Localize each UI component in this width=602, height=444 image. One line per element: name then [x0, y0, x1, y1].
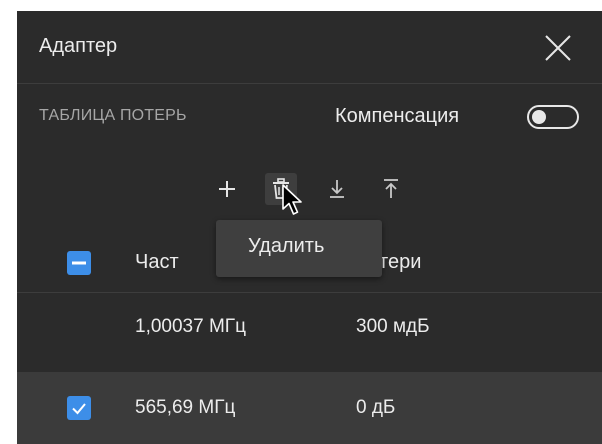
dialog-title: Адаптер [39, 35, 118, 57]
plus-icon [219, 181, 235, 197]
dialog-header: Адаптер [17, 11, 602, 84]
close-button[interactable] [540, 30, 576, 66]
import-button[interactable] [321, 173, 353, 205]
delete-tooltip: Удалить [216, 220, 382, 277]
toggle-knob [532, 110, 546, 124]
export-button[interactable] [375, 173, 407, 205]
table-row[interactable]: 1,00037 МГц 300 мдБ [17, 298, 602, 358]
adapter-dialog: Адаптер ТАБЛИЦА ПОТЕРЬ Компенсация Част … [17, 11, 602, 444]
minus-icon [72, 261, 86, 265]
row-checkbox[interactable] [67, 396, 91, 420]
frequency-cell: 1,00037 МГц [135, 316, 246, 337]
tooltip-text: Удалить [248, 235, 325, 257]
compensation-toggle[interactable] [527, 105, 579, 129]
download-icon [330, 180, 344, 198]
table-row-selected[interactable]: 565,69 МГц 0 дБ [17, 372, 602, 444]
upload-icon [384, 179, 398, 198]
loss-cell: 300 мдБ [356, 316, 430, 337]
frequency-column-header[interactable]: Част [135, 251, 179, 274]
add-row-button[interactable] [211, 173, 243, 205]
checkmark-icon [72, 403, 86, 415]
select-all-checkbox[interactable] [67, 251, 91, 275]
compensation-label: Компенсация [335, 105, 460, 127]
close-icon [545, 35, 571, 61]
mouse-cursor-icon [282, 184, 302, 215]
loss-table-section-label: ТАБЛИЦА ПОТЕРЬ [39, 107, 187, 124]
loss-cell: 0 дБ [356, 397, 396, 418]
frequency-cell: 565,69 МГц [135, 397, 236, 418]
